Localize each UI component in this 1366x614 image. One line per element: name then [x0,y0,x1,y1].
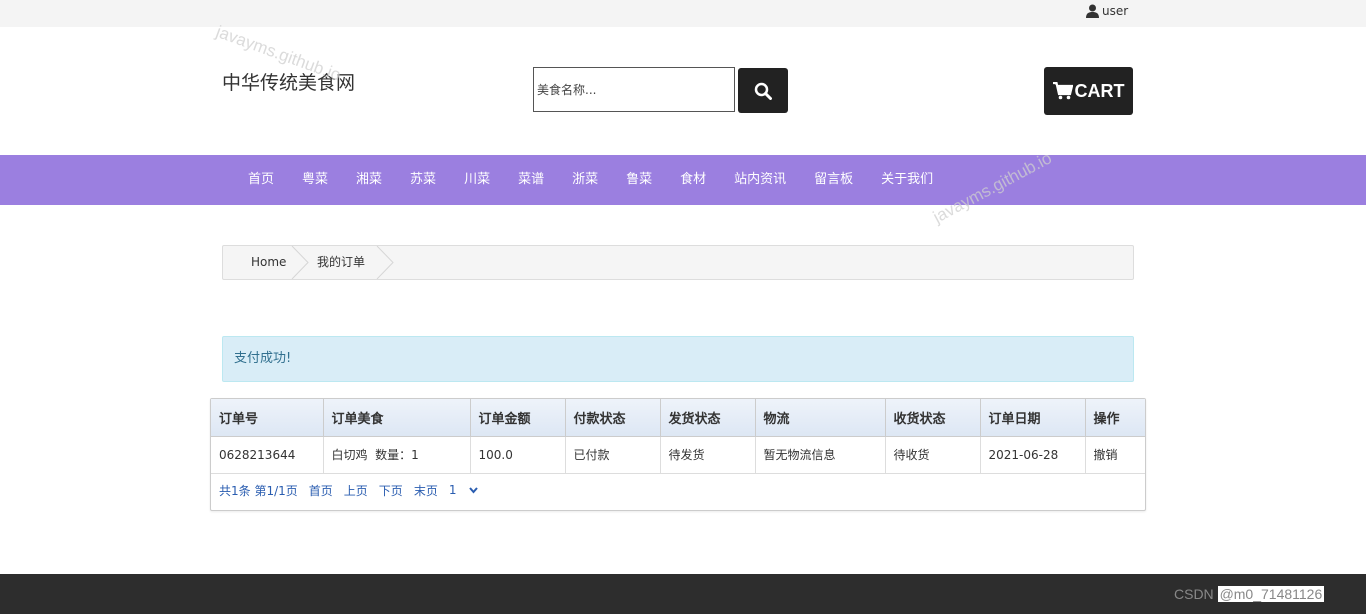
pagination-info: 共1条 第1/1页 [219,483,298,498]
breadcrumb-separator [291,246,309,279]
table-row: 0628213644 白切鸡 数量：1 100.0 已付款 待发货 暂无物流信息… [211,436,1145,474]
breadcrumb-home[interactable]: Home [251,246,286,279]
breadcrumb: Home 我的订单 [222,245,1134,280]
cart-icon [1052,82,1073,100]
nav-item-home[interactable]: 首页 [234,155,288,205]
nav-item-shandong[interactable]: 鲁菜 [612,155,666,205]
user-link[interactable]: user [1086,2,1128,20]
order-amount-cell: 100.0 [470,436,566,474]
page-select-value: 1 [448,483,457,497]
ship-status-cell: 待发货 [660,436,756,474]
nav-item-cantonese[interactable]: 粤菜 [288,155,342,205]
column-header: 订单日期 [980,399,1086,437]
column-header: 物流 [755,399,886,437]
chevron-down-icon [469,486,479,494]
first-page-link[interactable]: 首页 [309,482,333,499]
order-date-cell: 2021-06-28 [980,436,1086,474]
pay-status-cell: 已付款 [565,436,661,474]
prev-page-link[interactable]: 上页 [344,482,368,499]
search-button[interactable] [738,68,788,113]
column-header: 订单号 [211,399,324,437]
order-food-cell: 白切鸡 数量：1 [323,436,471,474]
cart-button[interactable]: CART [1044,67,1133,115]
nav-item-ingredients[interactable]: 食材 [666,155,720,205]
csdn-brand: CSDN [1174,586,1214,602]
user-icon [1086,4,1099,18]
column-header: 订单美食 [323,399,471,437]
orders-table: 订单号 订单美食 订单金额 付款状态 发货状态 物流 收货状态 订单日期 操作 … [211,399,1145,474]
main-nav: 首页 粤菜 湘菜 苏菜 川菜 菜谱 浙菜 鲁菜 食材 站内资讯 留言板 关于我们 [0,155,1366,205]
nav-item-guestbook[interactable]: 留言板 [800,155,867,205]
pagination: 共1条 第1/1页 首页 上页 下页 末页 1 [219,481,489,499]
nav-item-zhejiang[interactable]: 浙菜 [558,155,612,205]
nav-item-sichuan[interactable]: 川菜 [450,155,504,205]
nav-item-jiangsu[interactable]: 苏菜 [396,155,450,205]
nav-item-news[interactable]: 站内资讯 [720,155,800,205]
table-header-row: 订单号 订单美食 订单金额 付款状态 发货状态 物流 收货状态 订单日期 操作 [211,399,1145,437]
next-page-link[interactable]: 下页 [379,482,403,499]
column-header: 订单金额 [470,399,566,437]
column-header: 发货状态 [660,399,756,437]
column-header: 操作 [1085,399,1145,437]
order-number-cell: 0628213644 [211,436,324,474]
last-page-link[interactable]: 末页 [414,482,438,499]
nav-item-hunan[interactable]: 湘菜 [342,155,396,205]
logistics-cell: 暂无物流信息 [755,436,886,474]
site-title[interactable]: 中华传统美食网 [222,68,355,95]
user-label: user [1102,4,1129,18]
nav-item-about[interactable]: 关于我们 [867,155,947,205]
csdn-watermark: CSDN @m0_71481126 [1174,586,1325,602]
cart-label: CART [1074,80,1125,101]
breadcrumb-separator [376,246,394,279]
cancel-order-link[interactable]: 撤销 [1085,436,1145,474]
payment-success-alert: 支付成功! [222,336,1134,382]
csdn-handle: @m0_71481126 [1217,586,1325,602]
column-header: 付款状态 [565,399,661,437]
search-input[interactable] [533,67,735,112]
orders-panel: 订单号 订单美食 订单金额 付款状态 发货状态 物流 收货状态 订单日期 操作 … [210,398,1146,511]
search-icon [754,82,772,100]
top-bar: user [0,0,1366,27]
nav-item-recipes[interactable]: 菜谱 [504,155,558,205]
receive-status-cell: 待收货 [885,436,981,474]
breadcrumb-current: 我的订单 [317,255,366,269]
page-select[interactable]: 1 [449,483,479,497]
column-header: 收货状态 [885,399,981,437]
footer [0,574,1366,614]
